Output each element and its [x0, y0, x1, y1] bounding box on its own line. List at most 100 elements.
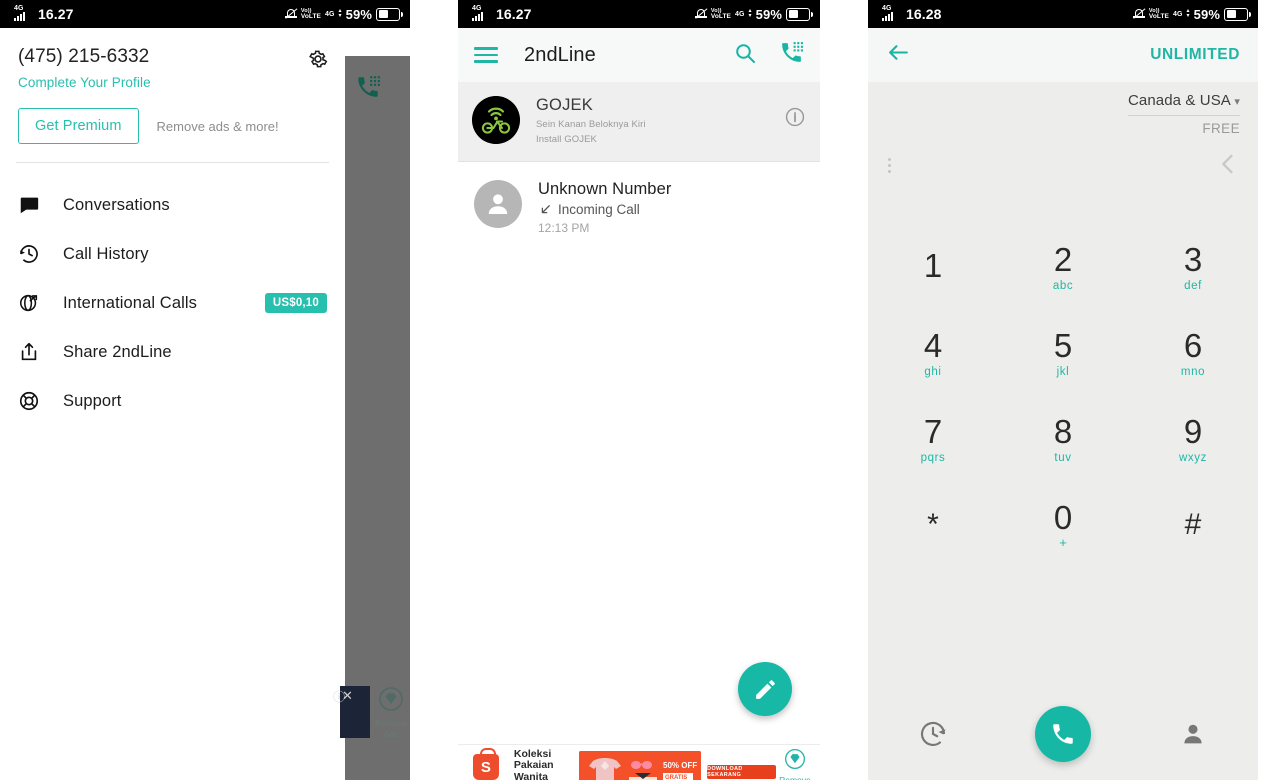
sidebar-item-label: Conversations [63, 195, 170, 214]
remove-ads-line1: Remove [779, 775, 811, 780]
dialpad-app-bar: UNLIMITED [868, 28, 1258, 82]
key-letters: def [1184, 279, 1202, 292]
dialpad-key-8[interactable]: 8 tuv [998, 396, 1128, 482]
country-selector[interactable]: Canada & USA ▾ [1128, 92, 1240, 109]
share-upload-icon [18, 341, 48, 363]
dialpad-key-0[interactable]: 0 + [998, 482, 1128, 568]
signal-4g-icon: 4G [14, 5, 33, 22]
banner-cta-button[interactable]: DOWNLOAD SEKARANG [707, 764, 776, 779]
compose-pencil-icon [755, 679, 775, 699]
diamond-icon [784, 749, 805, 769]
bell-muted-icon [284, 7, 298, 21]
country-label: Canada & USA [1127, 92, 1231, 109]
get-premium-button[interactable]: Get Premium [18, 108, 139, 144]
account-info: (475) 215-6332 Complete Your Profile [18, 46, 151, 90]
sidebar-item-call-history[interactable]: Call History [0, 230, 345, 278]
data-arrows-icon: ▴ ▾ [338, 8, 342, 19]
country-selector-row: Canada & USA ▾ FREE [868, 82, 1258, 136]
premium-subtitle: Remove ads & more! [156, 118, 279, 134]
key-digit: 1 [923, 246, 943, 284]
search-icon[interactable] [733, 41, 757, 70]
status-bar-panel2: 4G 16.27 Vo)) VoLTE 4G ▴ ▾ 59% [458, 0, 820, 28]
phone-dialpad-icon[interactable] [779, 40, 804, 70]
dialpad-icon[interactable] [355, 74, 381, 105]
sidebar-item-conversations[interactable]: Conversations [0, 181, 345, 229]
clock-history-icon [18, 243, 48, 265]
signal-4g-icon: 4G [882, 5, 901, 22]
gear-icon[interactable] [307, 48, 329, 70]
contacts-button[interactable] [1128, 720, 1258, 748]
network-4g-icon: 4G [325, 10, 335, 18]
dialpad-key-5[interactable]: 5 jkl [998, 310, 1128, 396]
key-digit: 7 [923, 412, 943, 450]
drawer-body: (475) 215-6332 Complete Your Profile Get… [0, 28, 410, 780]
call-log-type: Incoming Call [558, 202, 640, 217]
call-log-name: Unknown Number [538, 180, 672, 198]
call-history-button[interactable] [868, 719, 998, 749]
call-button-wrap [998, 706, 1128, 762]
backspace-chevron-icon[interactable] [1214, 150, 1242, 183]
shopee-mark: S [480, 758, 491, 776]
battery-icon [376, 7, 403, 21]
key-letters: mno [1180, 365, 1206, 378]
dialpad-key-6[interactable]: 6 mno [1128, 310, 1258, 396]
drawer-header: (475) 215-6332 Complete Your Profile Get… [0, 28, 345, 162]
status-bar-left: 4G 16.28 [882, 5, 942, 22]
compose-fab-button[interactable] [738, 662, 792, 716]
hamburger-menu-icon[interactable] [474, 47, 498, 63]
unlimited-label[interactable]: UNLIMITED [1150, 46, 1240, 64]
key-letters: pqrs [920, 451, 946, 464]
dialpad-key-7[interactable]: 7 pqrs [868, 396, 998, 482]
shopee-ad-banner[interactable]: S Shopee Koleksi Pakaian Wanita Terkini [458, 744, 820, 780]
chat-bubble-icon [18, 194, 48, 216]
close-x-icon[interactable]: ✕ [342, 688, 353, 704]
phone-panel-dialpad: 4G 16.28 Vo)) VoLTE 4G ▴ ▾ 59% UNLIMITED… [868, 0, 1258, 780]
key-digit: 3 [1183, 240, 1203, 278]
dialpad-key-star[interactable]: * [868, 482, 998, 568]
ad-title: GOJEK [536, 96, 593, 114]
complete-profile-link[interactable]: Complete Your Profile [18, 75, 151, 90]
ad-info-icon[interactable] [784, 106, 806, 133]
banner-product-image: 50% OFF GRATIS ONGKIR [579, 750, 702, 780]
call-button[interactable] [1035, 706, 1091, 762]
network-4g-icon: 4G [1173, 10, 1183, 18]
call-list-body: Unknown Number Incoming Call 12:13 PM S … [458, 162, 820, 780]
sidebar-item-support[interactable]: Support [0, 377, 345, 425]
remove-ads-line2: Ads [383, 729, 399, 739]
dialpad-key-3[interactable]: 3 def [1128, 224, 1258, 310]
sidebar-item-share[interactable]: Share 2ndLine [0, 328, 345, 376]
dialpad-key-2[interactable]: 2 abc [998, 224, 1128, 310]
sidebar-item-label: Share 2ndLine [63, 342, 172, 361]
dialpad: 1 2 abc 3 def 4 ghi 5 jkl 6 mno 7 pqrs 8… [868, 136, 1258, 780]
signal-4g-icon: 4G [472, 5, 491, 22]
remove-ads-button[interactable]: Remove Ads [372, 686, 410, 739]
screenshot-stage: 4G 16.27 Vo)) VoLTE 4G ▴ ▾ 59% (475) 215… [0, 0, 1280, 780]
network-4g-icon: 4G [735, 10, 745, 18]
key-letters: + [1059, 534, 1067, 550]
app-bar-actions [733, 40, 804, 70]
incoming-call-arrow-icon [541, 205, 550, 214]
status-bar-right: Vo)) VoLTE 4G ▴ ▾ 59% [1132, 7, 1251, 22]
sidebar-item-international-calls[interactable]: International Calls US$0,10 [0, 279, 345, 327]
country-underline [1128, 115, 1240, 116]
dialpad-key-hash[interactable]: # [1128, 482, 1258, 568]
volte-icon: Vo)) VoLTE [1148, 8, 1169, 20]
dialpad-key-1[interactable]: 1 [868, 224, 998, 310]
remove-ads-button[interactable]: Remove Ads [776, 748, 814, 780]
sponsored-ad-card[interactable]: GOJEK Sein Kanan Beloknya Kiri Install G… [458, 82, 820, 162]
status-bar-panel3: 4G 16.28 Vo)) VoLTE 4G ▴ ▾ 59% [868, 0, 1258, 28]
dialpad-key-4[interactable]: 4 ghi [868, 310, 998, 396]
caret-down-icon: ▾ [1234, 96, 1240, 108]
panel-gap-1 [410, 0, 458, 780]
dialpad-key-9[interactable]: 9 wxyz [1128, 396, 1258, 482]
vertical-dots-icon[interactable] [888, 158, 891, 173]
key-digit: 8 [1053, 412, 1073, 450]
ad-line-1: Sein Kanan Beloknya Kiri [536, 119, 646, 130]
call-log-row[interactable]: Unknown Number Incoming Call 12:13 PM [458, 162, 820, 235]
arrow-left-icon[interactable] [886, 40, 911, 70]
page-title: 2ndLine [524, 43, 596, 66]
volte-icon: Vo)) VoLTE [300, 8, 321, 20]
drawer-scrim[interactable] [345, 56, 410, 780]
dialpad-row-3: 7 pqrs 8 tuv 9 wxyz [868, 396, 1258, 482]
banner-copy-text: Koleksi Pakaian Wanita Terkini [513, 747, 554, 780]
